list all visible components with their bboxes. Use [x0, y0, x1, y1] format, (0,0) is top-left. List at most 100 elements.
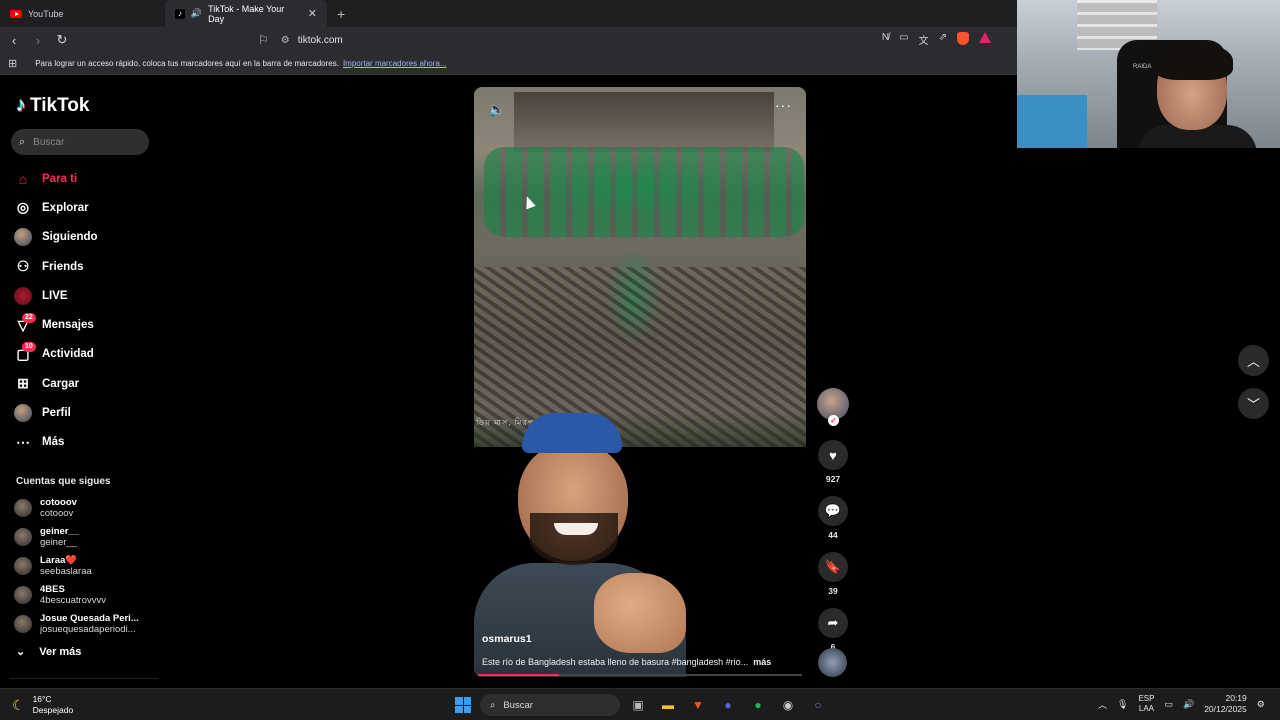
obs-icon[interactable]: ◉ — [776, 693, 800, 717]
sidebar-item-label: Cargar — [42, 377, 80, 390]
close-tab-icon[interactable]: ✕ — [308, 7, 317, 20]
save-action[interactable]: 🔖 39 — [816, 552, 850, 596]
weather-condition: Despejado — [32, 705, 74, 715]
import-bookmarks-link[interactable]: Importar marcadores ahora... — [343, 59, 447, 68]
video-player[interactable]: ডিয় মাস, মিরপুর ২০২৩ 🔈 ··· osmarus1 Est… — [474, 87, 806, 677]
app-icon[interactable]: ○ — [806, 693, 830, 717]
see-more-button[interactable]: ⌄ Ver más — [16, 645, 81, 659]
share-icon[interactable]: ⇗ — [939, 32, 947, 47]
forward-icon[interactable]: › — [28, 33, 48, 48]
divider — [10, 678, 158, 679]
search-input[interactable] — [33, 136, 134, 148]
tab-tiktok[interactable]: ♪ 🔊 TikTok - Make Your Day ✕ — [165, 0, 327, 27]
chevron-down-icon: ﹀ — [1246, 397, 1260, 412]
sidebar-item-explorar[interactable]: ◎ Explorar — [14, 193, 154, 222]
brave-shields-icon[interactable] — [957, 32, 969, 45]
search-icon: ⌕ — [19, 135, 26, 148]
sidebar-item-mas[interactable]: ⋯ Más — [14, 428, 154, 457]
tab-youtube[interactable]: YouTube — [0, 0, 165, 27]
network-icon[interactable]: ▭ — [1164, 699, 1173, 710]
tiktok-logo[interactable]: ♪ TikTok — [16, 94, 89, 117]
share-action[interactable]: ➦ 6 — [816, 608, 850, 652]
follow-check-icon[interactable]: ✓ — [828, 415, 839, 426]
sidebar-item-actividad[interactable]: ▢ 10 Actividad — [14, 340, 154, 369]
notification-icon[interactable]: ⚙ — [1257, 699, 1265, 710]
speaker-icon[interactable]: 🔊 — [191, 8, 202, 19]
brave-browser-icon[interactable]: ▼ — [686, 693, 710, 717]
next-video-button[interactable]: ﹀ — [1238, 388, 1269, 419]
tiktok-note-icon: ♪ — [16, 94, 26, 116]
volume-icon[interactable]: 🔈 — [488, 101, 505, 118]
chevron-up-icon[interactable]: ︿ — [1098, 698, 1107, 711]
reload-icon[interactable]: ↻ — [52, 32, 72, 48]
sidebar-item-perfil[interactable]: Perfil — [14, 398, 154, 427]
heart-icon[interactable]: ♥ — [818, 440, 848, 470]
windows-start-icon[interactable] — [452, 694, 474, 716]
weather-widget[interactable]: ☾ 16°C Despejado — [12, 694, 73, 716]
taskbar-search[interactable]: ⌕ Buscar — [480, 694, 620, 716]
following-list: cotooov cotooov geiner__ geiner__ Laraa❤️ s… — [14, 493, 154, 639]
search-box[interactable]: ⌕ — [11, 129, 149, 155]
creator-avatar[interactable]: ✓ — [817, 388, 849, 426]
lang-top: ESP — [1138, 694, 1155, 703]
messages-icon: ▽ 22 — [14, 313, 36, 334]
previous-video-button[interactable]: ︿ — [1238, 345, 1269, 376]
clock[interactable]: 20:19 20/12/2025 — [1204, 693, 1247, 715]
profile-icon — [14, 404, 32, 423]
share-arrow-icon[interactable]: ➦ — [818, 608, 848, 638]
following-item[interactable]: Josue Quesada Peri... josuequesadaperiodi… — [14, 610, 154, 639]
spotify-icon[interactable]: ● — [746, 693, 770, 717]
browser-tab-bar: YouTube ♪ 🔊 TikTok - Make Your Day ✕ + — [0, 0, 1017, 27]
new-tab-button[interactable]: + — [327, 0, 355, 27]
sidebar-item-friends[interactable]: ⚇ Friends — [14, 252, 154, 281]
url-text[interactable]: tiktok.com — [298, 35, 343, 46]
following-item[interactable]: cotooov cotooov — [14, 493, 154, 522]
following-name: cotooov — [40, 496, 77, 508]
sidebar-item-cargar[interactable]: ⊞ Cargar — [14, 369, 154, 398]
apps-grid-icon[interactable]: ⊞ — [8, 57, 17, 70]
bookmark-icon[interactable]: 🔖 — [818, 552, 848, 582]
music-disc-icon[interactable] — [818, 648, 847, 677]
friends-icon: ⚇ — [16, 258, 30, 275]
video-progress-bar[interactable] — [478, 674, 802, 676]
file-explorer-icon[interactable]: ▬ — [656, 693, 680, 717]
more-link[interactable]: más — [753, 657, 771, 667]
following-item[interactable]: geiner__ geiner__ — [14, 522, 154, 551]
lang-bottom: LAA — [1138, 704, 1155, 713]
more-options-icon[interactable]: ··· — [775, 97, 792, 113]
tab-label: TikTok - Make Your Day — [208, 3, 285, 24]
sidebar-item-para-ti[interactable]: ⌂ Para ti — [14, 164, 154, 193]
toolbar-icons: N̸ ▭ 文 ⇗ — [882, 32, 991, 47]
microphone-icon[interactable]: 🎙 — [1117, 699, 1128, 710]
cast-icon[interactable]: ▭ — [899, 32, 908, 47]
sidebar-item-siguiendo[interactable]: Siguiendo — [14, 223, 154, 252]
chevron-up-icon: ︿ — [1246, 354, 1260, 369]
screen: YouTube ♪ 🔊 TikTok - Make Your Day ✕ + ‹… — [0, 0, 1280, 720]
comment-icon[interactable]: 💬 — [818, 496, 848, 526]
comment-action[interactable]: 💬 44 — [816, 496, 850, 540]
reader-icon[interactable]: N̸ — [882, 32, 889, 47]
progress-fill — [478, 674, 559, 676]
back-icon[interactable]: ‹ — [4, 33, 24, 48]
task-view-icon[interactable]: ▣ — [626, 693, 650, 717]
sidebar-item-live[interactable]: LIVE — [14, 281, 154, 310]
sidebar-item-label: Explorar — [42, 201, 89, 214]
activity-icon: ▢ 10 — [14, 342, 36, 363]
sidebar-item-mensajes[interactable]: ▽ 22 Mensajes — [14, 310, 154, 339]
bookmark-icon[interactable]: ⚐ — [258, 33, 269, 47]
following-item[interactable]: Laraa❤️ seebaslaraa — [14, 551, 154, 580]
following-handle: cotooov — [40, 507, 74, 519]
language-indicator[interactable]: ESP LAA — [1138, 694, 1154, 714]
site-settings-icon[interactable]: ⚙ — [281, 35, 290, 46]
volume-icon[interactable]: 🔊 — [1183, 699, 1194, 710]
video-author[interactable]: osmarus1 — [482, 633, 532, 645]
discord-icon[interactable]: ● — [716, 693, 740, 717]
video-description: Este río de Bangladesh estaba lleno de b… — [482, 657, 800, 667]
like-action[interactable]: ♥ 927 — [816, 440, 850, 484]
save-count: 39 — [828, 586, 838, 596]
following-item[interactable]: 4BES 4bescuatrovvvv — [14, 581, 154, 610]
brave-rewards-icon[interactable] — [979, 32, 991, 43]
sidebar-item-label: LIVE — [42, 289, 68, 302]
translate-icon[interactable]: 文 — [919, 32, 929, 47]
taskbar: ☾ 16°C Despejado ⌕ Buscar ▣ ▬ ▼ ● ● ◉ ○ … — [0, 688, 1280, 720]
